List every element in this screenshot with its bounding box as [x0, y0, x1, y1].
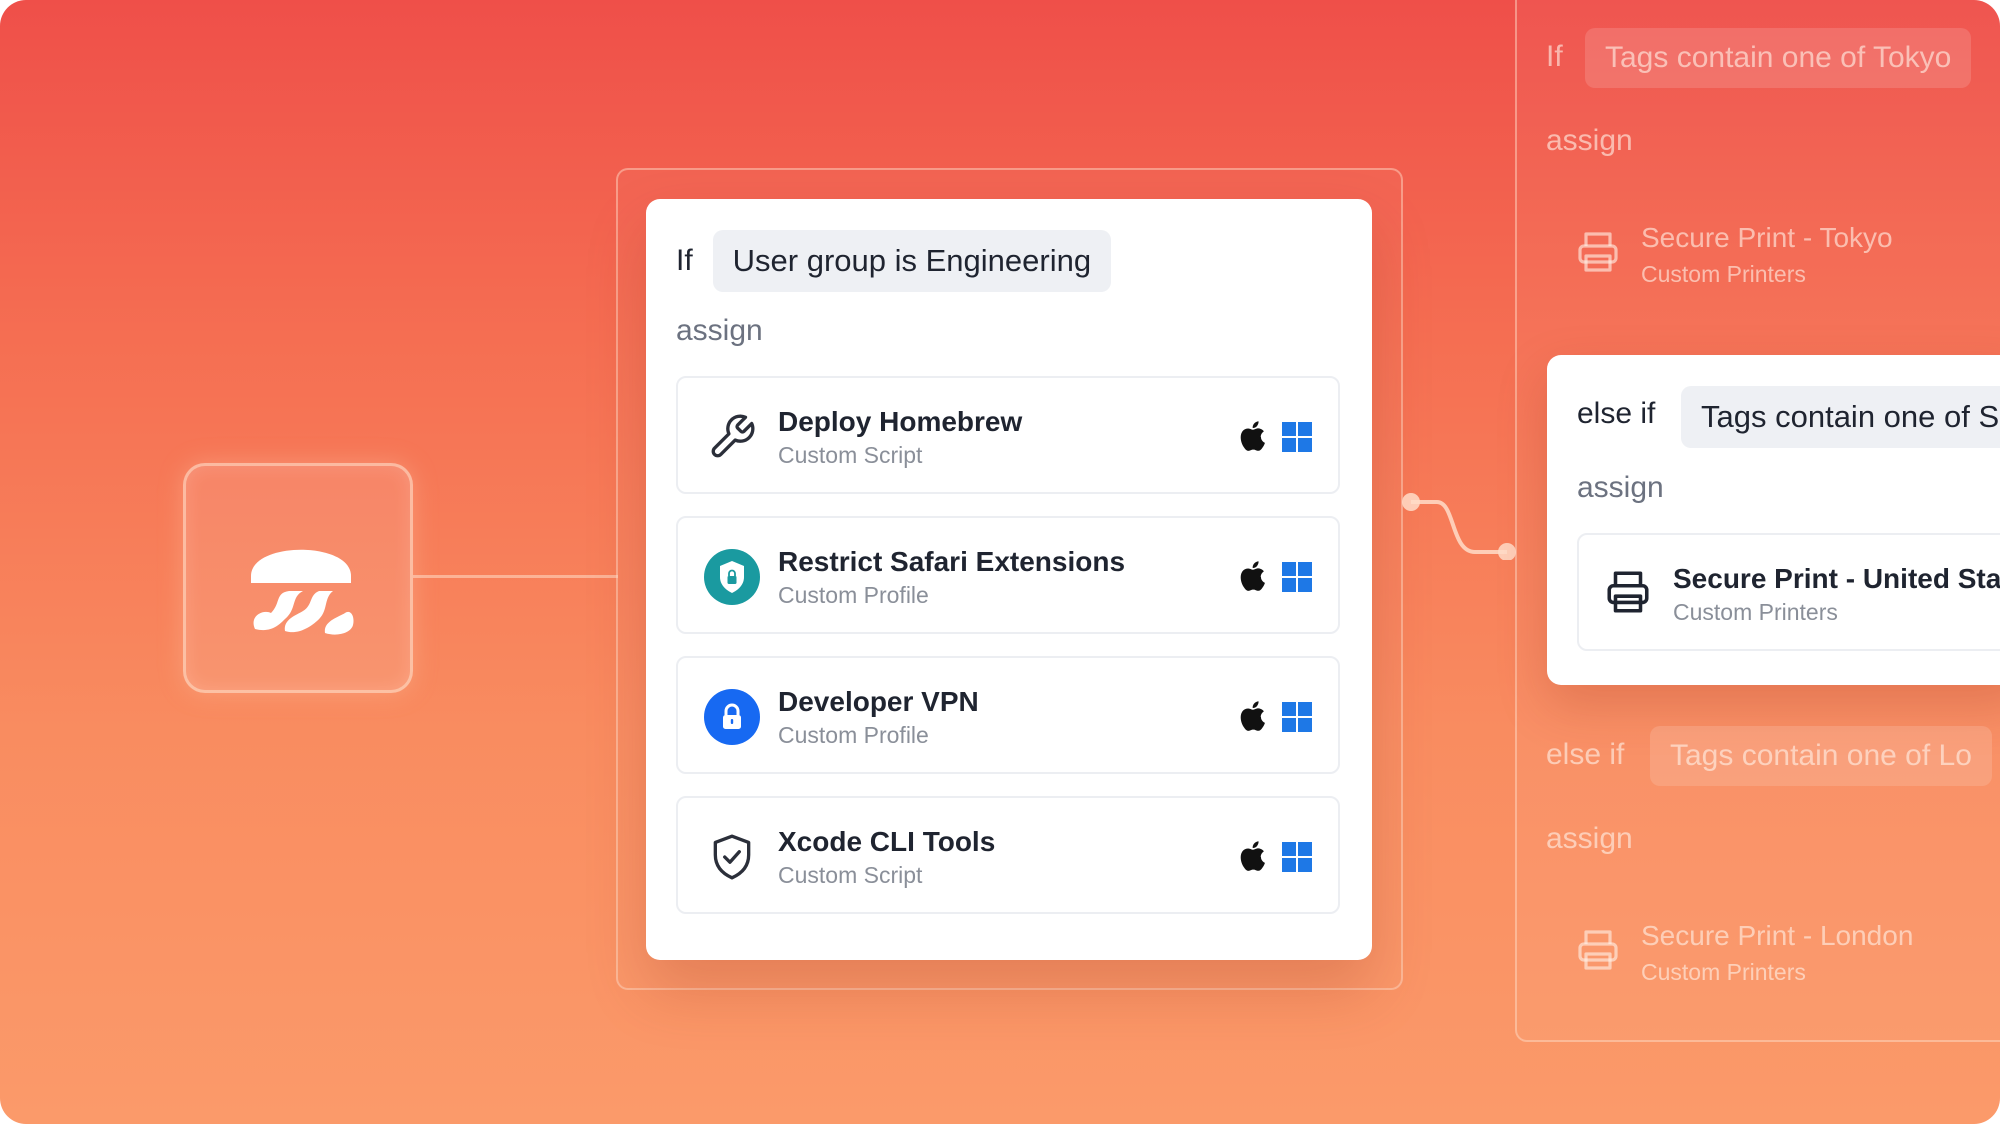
assign-label: assign: [676, 314, 763, 347]
condition-pill[interactable]: User group is Engineering: [712, 230, 1112, 292]
windows-icon: [1282, 702, 1312, 732]
logo-tile[interactable]: [183, 463, 413, 693]
apple-icon: [1240, 841, 1265, 871]
item-subtitle: Custom Script: [778, 442, 923, 468]
printer-icon: [1603, 567, 1653, 622]
shield-lock-icon: [704, 549, 760, 605]
apple-icon: [1240, 561, 1265, 591]
assignment-item[interactable]: Secure Print - United Stat Custom Printe…: [1577, 533, 2000, 651]
windows-icon: [1282, 842, 1312, 872]
else-if-keyword: else if: [1546, 738, 1625, 771]
assignment-item[interactable]: Restrict Safari Extensions Custom Profil…: [676, 516, 1340, 634]
item-subtitle: Custom Profile: [778, 722, 929, 748]
apple-icon: [1240, 701, 1265, 731]
windows-icon: [1282, 422, 1312, 452]
if-keyword: If: [1546, 40, 1563, 73]
item-title: Xcode CLI Tools: [778, 826, 996, 857]
rule-card-else-if[interactable]: else if Tags contain one of S assign Sec…: [1547, 355, 2000, 685]
assign-label: assign: [1546, 822, 1633, 855]
assignment-item[interactable]: Xcode CLI Tools Custom Script: [676, 796, 1340, 914]
item-title: Restrict Safari Extensions: [778, 546, 1126, 577]
item-title: Secure Print - United Stat: [1673, 563, 2000, 594]
item-subtitle: Custom Printers: [1641, 261, 1806, 287]
condition-pill[interactable]: Tags contain one of Lo: [1650, 726, 1992, 786]
wrench-icon: [704, 409, 760, 465]
assign-label: assign: [1577, 471, 1664, 504]
printer-icon: [1574, 228, 1622, 281]
windows-icon: [1282, 562, 1312, 592]
if-keyword: If: [676, 244, 693, 277]
shield-check-icon: [704, 829, 760, 885]
jellyfish-logo-icon: [251, 549, 354, 635]
item-subtitle: Custom Profile: [778, 582, 929, 608]
else-if-keyword: else if: [1577, 397, 1656, 430]
printer-icon: [1574, 926, 1622, 979]
item-subtitle: Custom Script: [778, 862, 923, 888]
apple-icon: [1240, 421, 1265, 451]
item-title: Developer VPN: [778, 686, 979, 717]
assignment-item[interactable]: Deploy Homebrew Custom Script: [676, 376, 1340, 494]
item-subtitle: Custom Printers: [1641, 959, 1806, 985]
rule-connector: [1402, 493, 1516, 560]
item-subtitle: Custom Printers: [1673, 599, 1838, 625]
lock-icon: [704, 689, 760, 745]
canvas-background: If User group is Engineering assign Depl…: [0, 0, 2000, 1124]
condition-pill[interactable]: Tags contain one of S: [1681, 386, 2000, 448]
item-title: Deploy Homebrew: [778, 406, 1023, 437]
item-title: Secure Print - Tokyo: [1641, 222, 1893, 253]
condition-pill[interactable]: Tags contain one of Tokyo: [1585, 28, 1972, 88]
assign-label: assign: [1546, 124, 1633, 157]
item-title: Secure Print - London: [1641, 920, 1914, 951]
connector-line: [413, 575, 618, 578]
rule-card-engineering[interactable]: If User group is Engineering assign Depl…: [646, 199, 1372, 960]
assignment-item[interactable]: Developer VPN Custom Profile: [676, 656, 1340, 774]
